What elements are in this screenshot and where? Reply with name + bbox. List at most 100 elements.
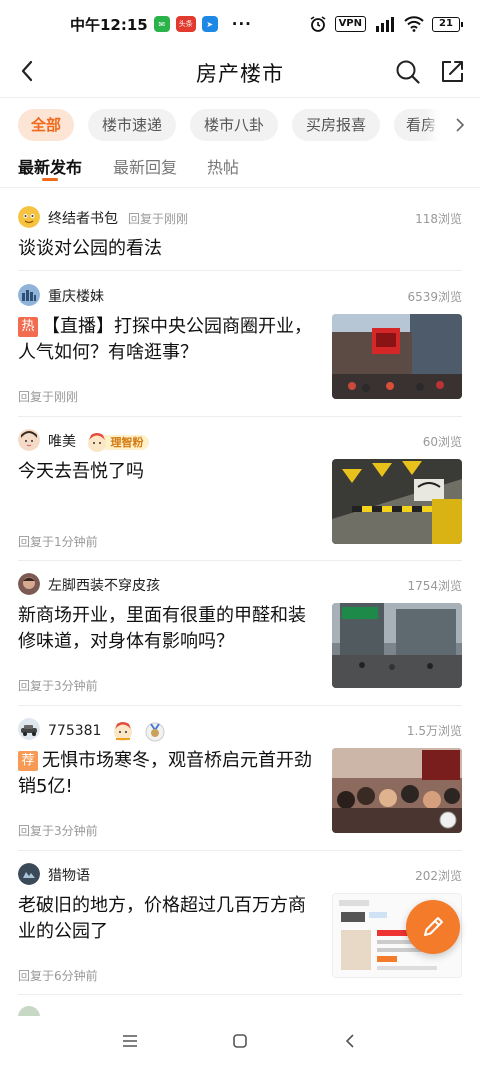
divider — [18, 850, 462, 851]
recommended-tag: 荐 — [18, 751, 38, 771]
post-thumbnail[interactable] — [332, 603, 462, 688]
divider — [18, 705, 462, 706]
system-back-button[interactable] — [339, 1030, 361, 1052]
author-name[interactable]: 左脚西装不穿皮孩 — [48, 575, 160, 595]
divider — [18, 560, 462, 561]
top-nav-bar: 房产楼市 — [0, 48, 480, 98]
view-count: 202浏览 — [415, 869, 462, 883]
divider — [18, 416, 462, 417]
reply-time: 回复于3分钟前 — [18, 824, 98, 838]
author-name[interactable]: 猎物语 — [48, 865, 90, 885]
active-tab-indicator — [42, 178, 58, 181]
post-item[interactable]: 左脚西装不穿皮孩 1754浏览 新商场开业，里面有很重的甲醛和装修味道，对身体有… — [18, 573, 462, 693]
avatar[interactable] — [18, 284, 40, 306]
post-thumbnail[interactable] — [332, 314, 462, 399]
more-notifications-icon: ··· — [231, 15, 252, 33]
avatar[interactable] — [18, 573, 40, 595]
status-bar: 中午12:15 ✉ 头条 ➤ ··· VPN 21 — [0, 0, 480, 48]
post-title[interactable]: 热【直播】打探中央公园商圈开业，人气如何？有啥逛事？ — [18, 314, 318, 366]
view-count: 60浏览 — [422, 435, 462, 449]
toutiao-notification-icon: 头条 — [175, 16, 196, 32]
menu-icon — [123, 1035, 137, 1047]
achievement-badge — [112, 720, 134, 742]
send-notification-icon: ➤ — [201, 16, 218, 32]
avatar[interactable] — [18, 206, 40, 228]
wechat-notification-icon: ✉ — [153, 16, 170, 32]
search-button[interactable] — [394, 58, 422, 86]
category-chip-bar: 全部 楼市速递 楼市八卦 买房报喜 看房 — [0, 100, 480, 150]
status-time: 中午12:15 — [70, 15, 148, 34]
wifi-icon — [404, 16, 424, 32]
achievement-badge — [144, 720, 166, 742]
tab-latest-posts[interactable]: 最新发布 — [18, 154, 82, 178]
search-icon — [396, 60, 420, 84]
vpn-indicator: VPN — [334, 16, 366, 32]
pencil-icon — [424, 917, 443, 936]
author-name-text: 775381 — [48, 723, 102, 739]
post-title[interactable]: 荐无惧市场寒冬，观音桥启元首开劲销5亿! — [18, 748, 318, 800]
author-name[interactable]: 重庆楼妹 — [48, 286, 104, 306]
author-name[interactable]: 775381 — [48, 720, 166, 742]
post-item[interactable]: 775381 1.5万浏览 荐无惧市场寒冬，观音桥启元首开劲销5亿! 回复于3分… — [18, 718, 462, 838]
author-name[interactable]: 终结者书包 回复于刚刚 — [48, 208, 188, 228]
post-title[interactable]: 老破旧的地方，价格超过几百万方商业的公园了 — [18, 893, 318, 945]
divider — [18, 994, 462, 995]
post-feed[interactable]: 终结者书包 回复于刚刚 118浏览 谈谈对公园的看法 重庆楼妹 6539浏览 热【… — [0, 188, 480, 1016]
post-title-text: 【直播】打探中央公园商圈开业，人气如何？有啥逛事？ — [18, 316, 312, 363]
reply-time: 回复于1分钟前 — [18, 535, 98, 549]
avatar[interactable] — [18, 429, 40, 451]
battery-indicator: 21 — [432, 16, 463, 32]
reply-time: 回复于6分钟前 — [18, 969, 98, 983]
chip-market-gossip[interactable]: 楼市八卦 — [190, 109, 278, 141]
mascot-icon — [88, 433, 107, 452]
post-thumbnail[interactable] — [332, 459, 462, 544]
post-title-text: 无惧市场寒冬，观音桥启元首开劲销5亿! — [18, 750, 312, 797]
signal-icon — [376, 17, 394, 32]
avatar[interactable] — [18, 1006, 40, 1016]
post-thumbnail[interactable] — [332, 748, 462, 833]
view-count: 6539浏览 — [407, 290, 462, 304]
chip-market-news[interactable]: 楼市速递 — [88, 109, 176, 141]
back-button[interactable] — [12, 56, 42, 86]
chevron-left-icon — [21, 60, 33, 82]
alarm-icon — [310, 16, 326, 32]
page-title: 房产楼市 — [196, 61, 284, 86]
post-item[interactable]: 猎物语 202浏览 老破旧的地方，价格超过几百万方商业的公园了 回复于6分钟前 — [18, 863, 462, 983]
home-button[interactable] — [229, 1030, 251, 1052]
author-name-text: 唯美 — [48, 434, 76, 450]
hot-tag: 热 — [18, 317, 38, 337]
view-count: 1754浏览 — [407, 579, 462, 593]
compose-post-button[interactable] — [406, 900, 460, 954]
home-square-icon — [233, 1034, 247, 1048]
view-count: 1.5万浏览 — [406, 724, 462, 738]
reply-time: 回复于刚刚 — [18, 390, 79, 404]
divider — [18, 270, 462, 271]
post-title[interactable]: 新商场开业，里面有很重的甲醛和装修味道，对身体有影响吗？ — [18, 603, 318, 655]
back-triangle-icon — [345, 1034, 354, 1048]
medal-icon — [113, 722, 132, 741]
share-button[interactable] — [438, 58, 466, 86]
tab-hot-posts[interactable]: 热帖 — [207, 154, 239, 178]
author-name-text: 终结者书包 — [48, 211, 118, 227]
share-icon — [442, 61, 463, 82]
post-title[interactable]: 今天去吾悦了吗 — [18, 459, 318, 485]
fan-badge: 理智粉 — [86, 431, 150, 453]
avatar[interactable] — [18, 863, 40, 885]
chip-purchase-news[interactable]: 买房报喜 — [292, 109, 380, 141]
system-nav-bar — [0, 1016, 480, 1066]
post-item[interactable] — [18, 1006, 462, 1016]
recent-apps-button[interactable] — [119, 1030, 141, 1052]
post-item[interactable]: 唯美 理智粉 60浏览 今天去吾悦了吗 回复于1分钟前 — [18, 429, 462, 549]
reply-time: 回复于3分钟前 — [18, 679, 98, 693]
author-name[interactable]: 唯美 理智粉 — [48, 431, 150, 453]
tab-latest-replies[interactable]: 最新回复 — [113, 154, 177, 178]
chip-all[interactable]: 全部 — [18, 109, 74, 141]
avatar[interactable] — [18, 718, 40, 740]
chip-scroll-right-button[interactable] — [440, 100, 480, 150]
reply-time: 回复于刚刚 — [128, 212, 189, 226]
post-item[interactable]: 重庆楼妹 6539浏览 热【直播】打探中央公园商圈开业，人气如何？有啥逛事？ 回… — [18, 284, 462, 404]
view-count: 118浏览 — [415, 212, 462, 226]
post-title[interactable]: 谈谈对公园的看法 — [18, 236, 462, 262]
post-item[interactable]: 终结者书包 回复于刚刚 118浏览 谈谈对公园的看法 — [18, 206, 462, 270]
chevron-right-icon — [456, 118, 465, 132]
